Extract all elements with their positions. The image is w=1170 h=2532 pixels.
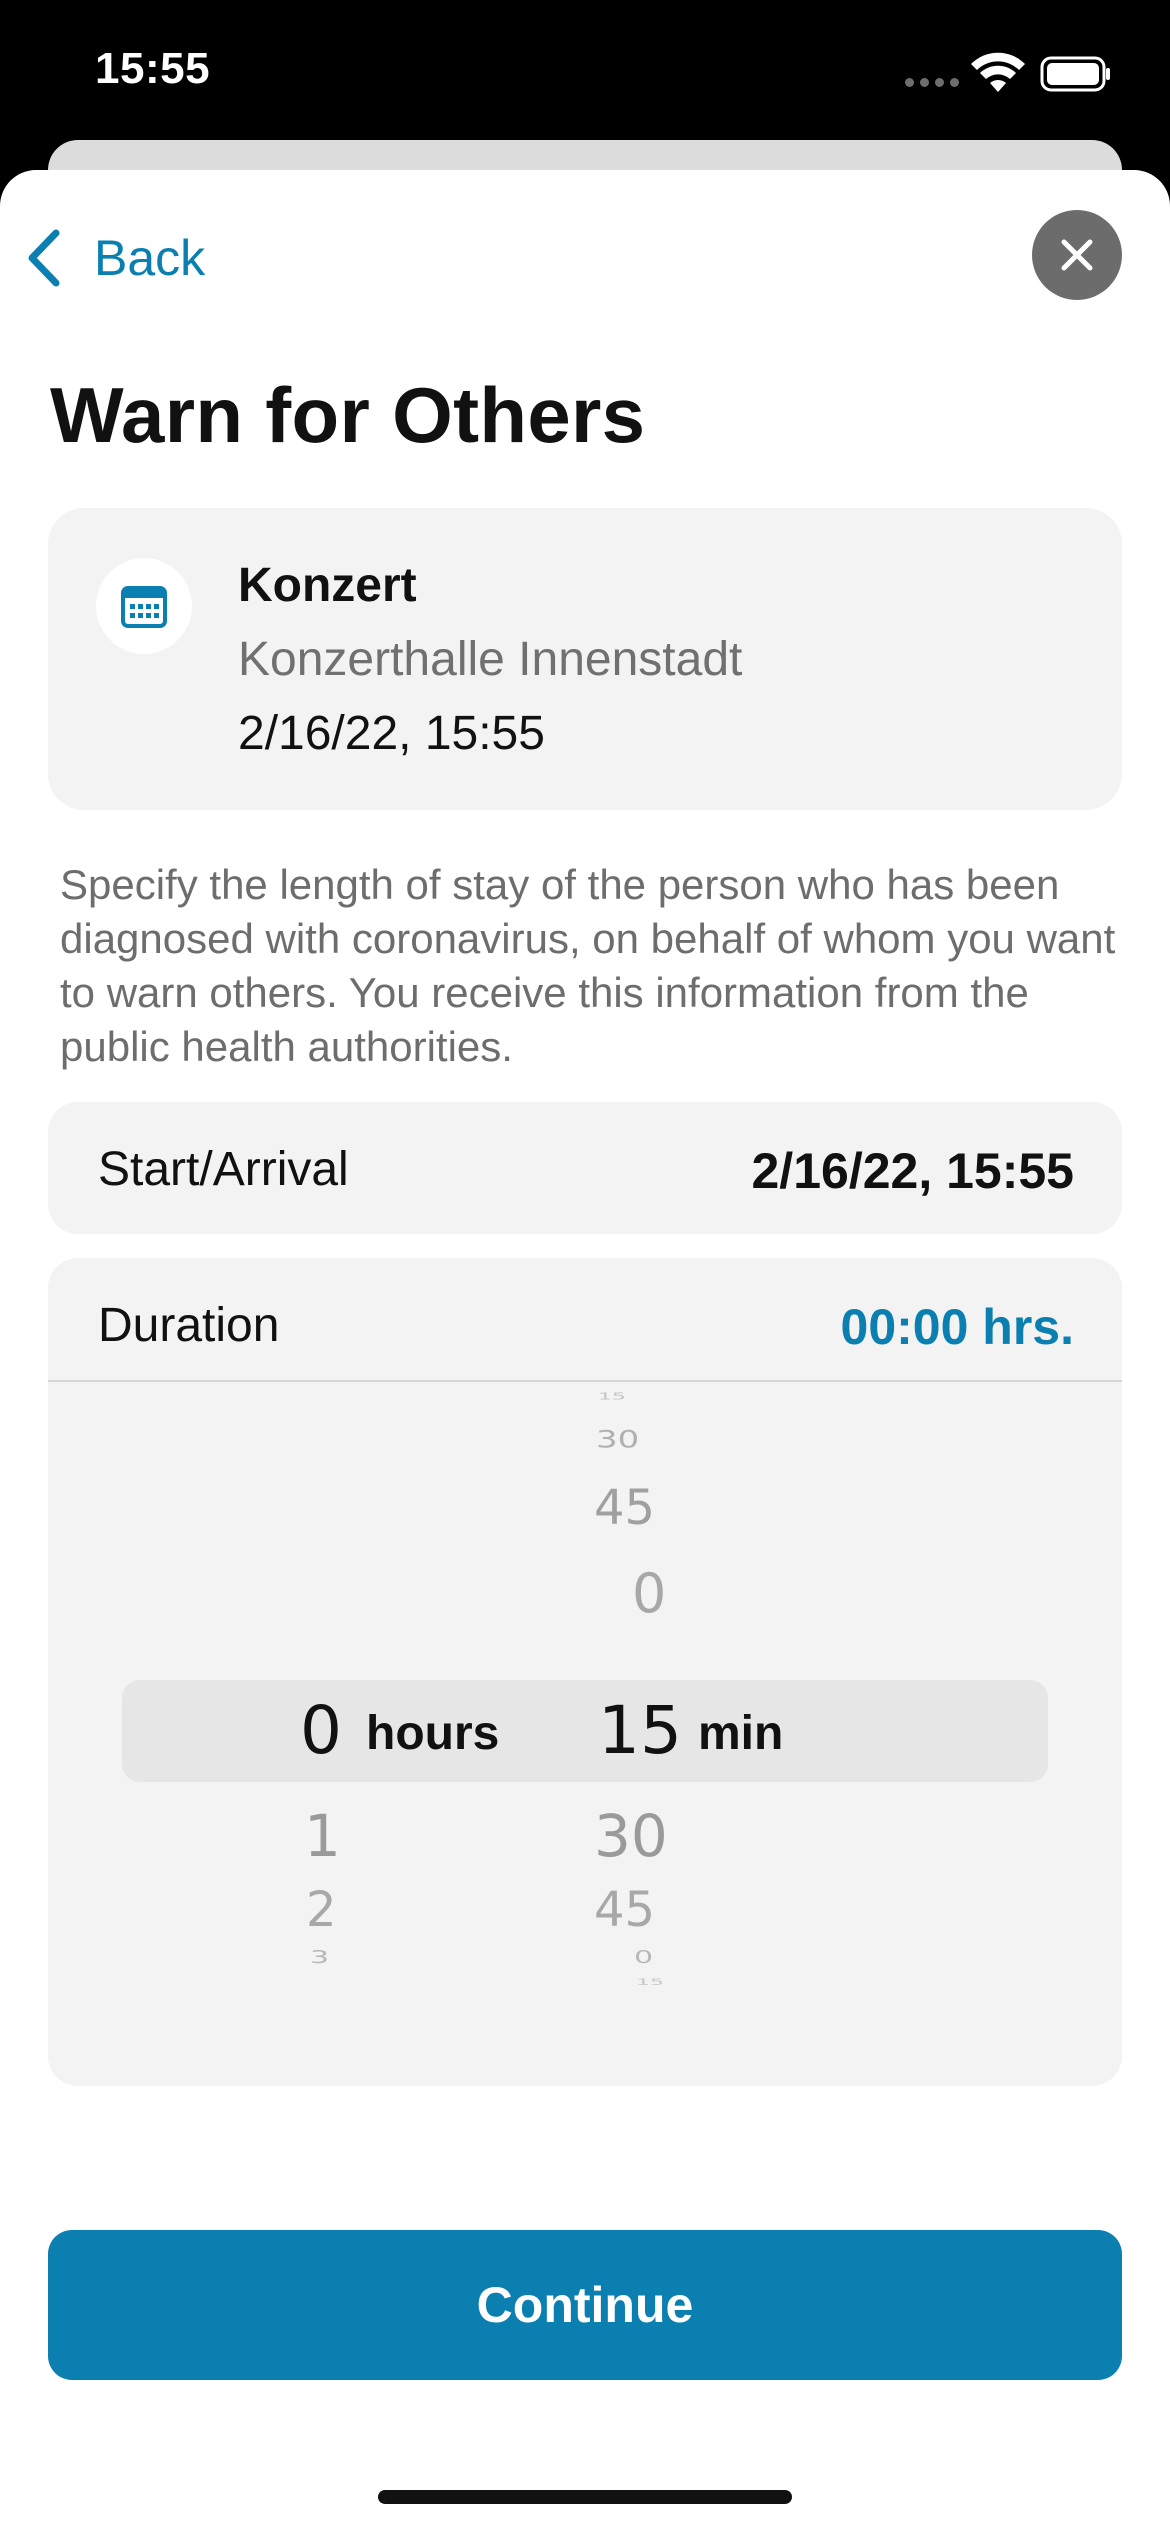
warn-sheet: Back Warn for Others Konzert Konzerthall… (0, 170, 1170, 2532)
event-card: Konzert Konzerthalle Innenstadt 2/16/22,… (48, 508, 1122, 810)
minutes-selected-value[interactable]: 15 (598, 1692, 682, 1769)
duration-label: Duration (98, 1299, 280, 1352)
duration-value: 00:00 hrs. (840, 1299, 1074, 1355)
event-name: Konzert (238, 559, 417, 612)
minutes-option[interactable]: 0 (632, 1562, 666, 1625)
close-button[interactable] (1032, 210, 1122, 300)
picker-selection-highlight (122, 1680, 1048, 1782)
continue-button[interactable]: Continue (48, 2230, 1122, 2380)
minutes-option[interactable]: 15 (636, 1978, 664, 1988)
start-arrival-row[interactable]: Start/Arrival 2/16/22, 15:55 (48, 1102, 1122, 1234)
page-title: Warn for Others (50, 371, 646, 459)
minutes-option[interactable]: 30 (596, 1426, 639, 1454)
hours-option[interactable]: 1 (304, 1802, 341, 1870)
hours-option[interactable]: 3 (310, 1947, 329, 1968)
description-text: Specify the length of stay of the person… (60, 861, 1116, 1070)
minutes-option[interactable]: 30 (594, 1802, 668, 1870)
chevron-left-icon (28, 229, 60, 287)
hours-unit-label: hours (366, 1707, 500, 1760)
duration-picker[interactable]: 0 hours 1 2 3 15 30 45 0 15 min 30 45 0 … (48, 1382, 1122, 2086)
hours-option[interactable]: 2 (306, 1882, 337, 1938)
hours-selected-value[interactable]: 0 (300, 1692, 342, 1769)
minutes-unit-label: min (698, 1707, 784, 1760)
minutes-option[interactable]: 15 (598, 1391, 626, 1402)
back-button[interactable]: Back (24, 218, 205, 298)
minutes-option[interactable]: 0 (634, 1947, 653, 1968)
status-time: 15:55 (95, 44, 211, 93)
event-icon-badge (96, 558, 192, 654)
battery-icon (1040, 56, 1110, 92)
calendar-icon (121, 586, 167, 628)
status-bar: 15:55 (0, 0, 1170, 150)
close-icon (1061, 239, 1093, 271)
wifi-icon (971, 52, 1025, 92)
start-arrival-value: 2/16/22, 15:55 (751, 1143, 1075, 1199)
event-location: Konzerthalle Innenstadt (238, 633, 743, 686)
duration-card: Duration 00:00 hrs. 0 hours 1 2 3 15 30 … (48, 1258, 1122, 2086)
cellular-signal-icon (905, 78, 959, 87)
minutes-option[interactable]: 45 (594, 1480, 655, 1536)
minutes-option[interactable]: 45 (594, 1882, 655, 1938)
home-indicator[interactable] (378, 2490, 792, 2504)
duration-row[interactable]: Duration 00:00 hrs. (48, 1258, 1122, 1382)
back-label: Back (94, 230, 206, 286)
event-datetime: 2/16/22, 15:55 (238, 707, 545, 760)
start-arrival-label: Start/Arrival (98, 1143, 349, 1196)
